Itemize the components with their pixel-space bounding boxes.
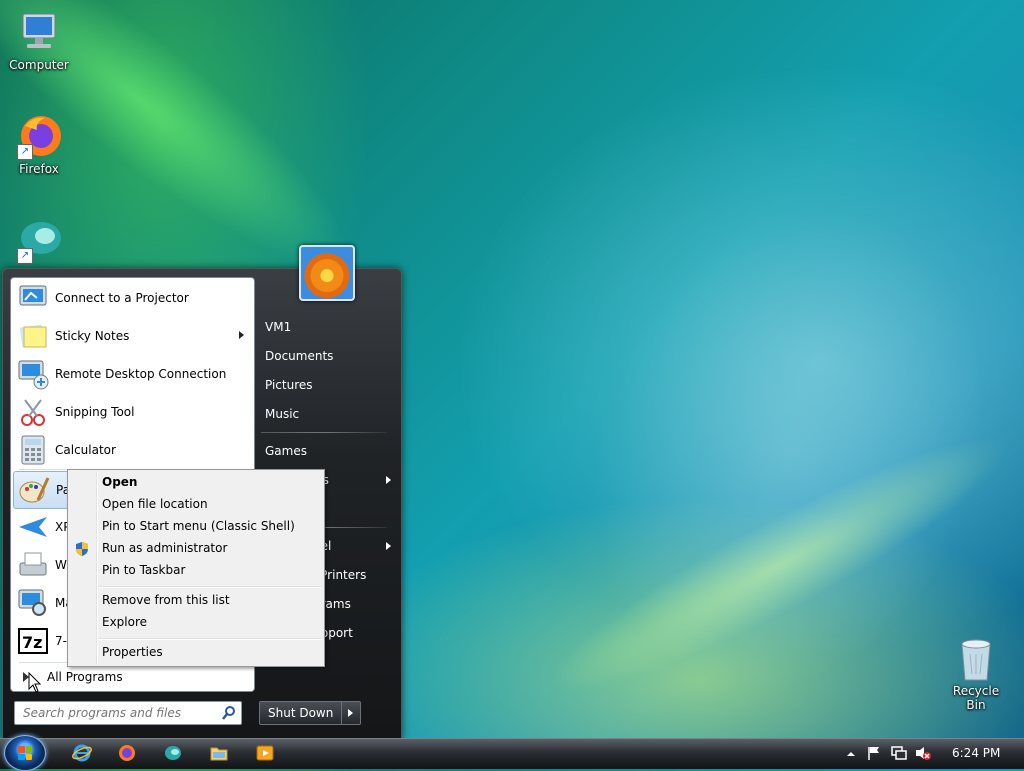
menu-item-properties[interactable]: Properties — [102, 645, 163, 659]
desktop-icon-app[interactable]: ↗ — [2, 216, 76, 266]
context-menu: Open Open file location Pin to Start men… — [67, 469, 325, 667]
desktop-icon-label: Computer — [9, 58, 69, 72]
program-calculator[interactable]: Calculator — [13, 432, 252, 468]
submenu-arrow-icon — [239, 331, 244, 339]
shortcut-arrow-icon: ↗ — [17, 144, 33, 160]
calculator-icon — [17, 434, 49, 466]
shutdown-button[interactable]: Shut Down — [259, 701, 343, 725]
projector-icon — [17, 282, 49, 314]
7zip-icon: 7z — [17, 625, 49, 657]
right-item-label: Games — [265, 444, 307, 458]
right-item-label: Pictures — [265, 378, 313, 392]
right-item-user[interactable]: VM1 — [265, 320, 291, 334]
remote-desktop-icon — [17, 358, 49, 390]
submenu-arrow-icon — [386, 542, 391, 550]
uac-shield-icon — [76, 542, 88, 556]
volume-muted-icon[interactable] — [914, 745, 932, 761]
menu-item-open-file-location[interactable]: Open file location — [102, 497, 208, 511]
mouse-cursor-icon — [28, 672, 42, 693]
magnifier-icon — [17, 587, 49, 619]
search-icon[interactable] — [221, 705, 237, 721]
menu-item-pin-taskbar[interactable]: Pin to Taskbar — [102, 563, 185, 577]
shutdown-group: Shut Down — [259, 701, 362, 725]
firefox-taskbar-icon[interactable] — [117, 743, 137, 763]
program-label: Connect to a Projector — [55, 291, 189, 305]
user-picture[interactable] — [299, 245, 355, 301]
menu-item-run-as-administrator[interactable]: Run as administrator — [102, 541, 227, 555]
fax-icon — [17, 549, 49, 581]
shortcut-arrow-icon: ↗ — [17, 248, 33, 264]
app-taskbar-icon[interactable] — [163, 743, 183, 763]
xps-viewer-icon — [17, 511, 49, 543]
chevron-up-icon — [847, 751, 855, 756]
recycle-bin-icon — [956, 636, 996, 682]
search-input[interactable] — [21, 705, 221, 721]
program-sticky-notes[interactable]: Sticky Notes — [13, 318, 252, 354]
menu-divider — [98, 638, 322, 640]
program-label: Remote Desktop Connection — [55, 367, 227, 381]
divider — [261, 432, 387, 433]
right-item-label: Music — [265, 407, 300, 421]
program-label: Calculator — [55, 443, 116, 457]
paint-icon — [18, 474, 50, 506]
right-item-music[interactable]: Music — [265, 407, 299, 421]
show-hidden-icons-button[interactable] — [846, 738, 856, 768]
desktop-icon-recycle-bin[interactable]: Recycle Bin — [944, 636, 1008, 712]
menu-item-explore[interactable]: Explore — [102, 615, 147, 629]
program-snipping-tool[interactable]: Snipping Tool — [13, 394, 252, 430]
desktop-icon-label: Firefox — [19, 162, 59, 176]
action-center-flag-icon[interactable] — [866, 745, 882, 761]
app-globe-icon: ↗ — [15, 216, 63, 264]
menu-item-pin-start-menu[interactable]: Pin to Start menu (Classic Shell) — [102, 519, 295, 533]
start-search-box — [14, 701, 242, 725]
folder-icon[interactable] — [209, 743, 229, 763]
submenu-arrow-icon — [386, 476, 391, 484]
right-item-label: VM1 — [265, 320, 292, 334]
sticky-notes-icon — [17, 320, 49, 352]
computer-icon — [15, 8, 63, 56]
all-programs-button[interactable]: All Programs — [13, 666, 252, 688]
shutdown-options-button[interactable] — [342, 701, 362, 725]
menu-gutter — [96, 472, 98, 664]
desktop-icon-firefox[interactable]: ↗ Firefox — [2, 112, 76, 176]
menu-item-open[interactable]: Open — [102, 475, 137, 489]
media-player-icon[interactable] — [255, 743, 275, 763]
recycle-bin-label: Recycle Bin — [952, 684, 1000, 712]
desktop-icon-computer[interactable]: Computer — [2, 8, 76, 72]
program-remote-desktop[interactable]: Remote Desktop Connection — [13, 356, 252, 392]
all-programs-label: All Programs — [47, 670, 123, 684]
clock[interactable]: 6:24 PM — [952, 738, 1000, 768]
svg-text:7z: 7z — [22, 633, 42, 652]
snipping-tool-icon — [17, 396, 49, 428]
right-item-pictures[interactable]: Pictures — [265, 378, 313, 392]
windows-logo-icon — [18, 746, 32, 760]
right-item-documents[interactable]: Documents — [265, 349, 333, 363]
program-connect-to-projector[interactable]: Connect to a Projector — [13, 280, 252, 316]
internet-explorer-icon[interactable] — [72, 743, 92, 763]
program-label: Sticky Notes — [55, 329, 130, 343]
menu-divider — [98, 586, 322, 588]
menu-item-remove-from-list[interactable]: Remove from this list — [102, 593, 230, 607]
program-label: Snipping Tool — [55, 405, 135, 419]
start-button[interactable] — [4, 735, 46, 771]
right-item-games[interactable]: Games — [265, 444, 307, 458]
firefox-icon: ↗ — [15, 112, 63, 160]
network-icon[interactable] — [890, 745, 908, 761]
right-item-label: Documents — [265, 349, 334, 363]
